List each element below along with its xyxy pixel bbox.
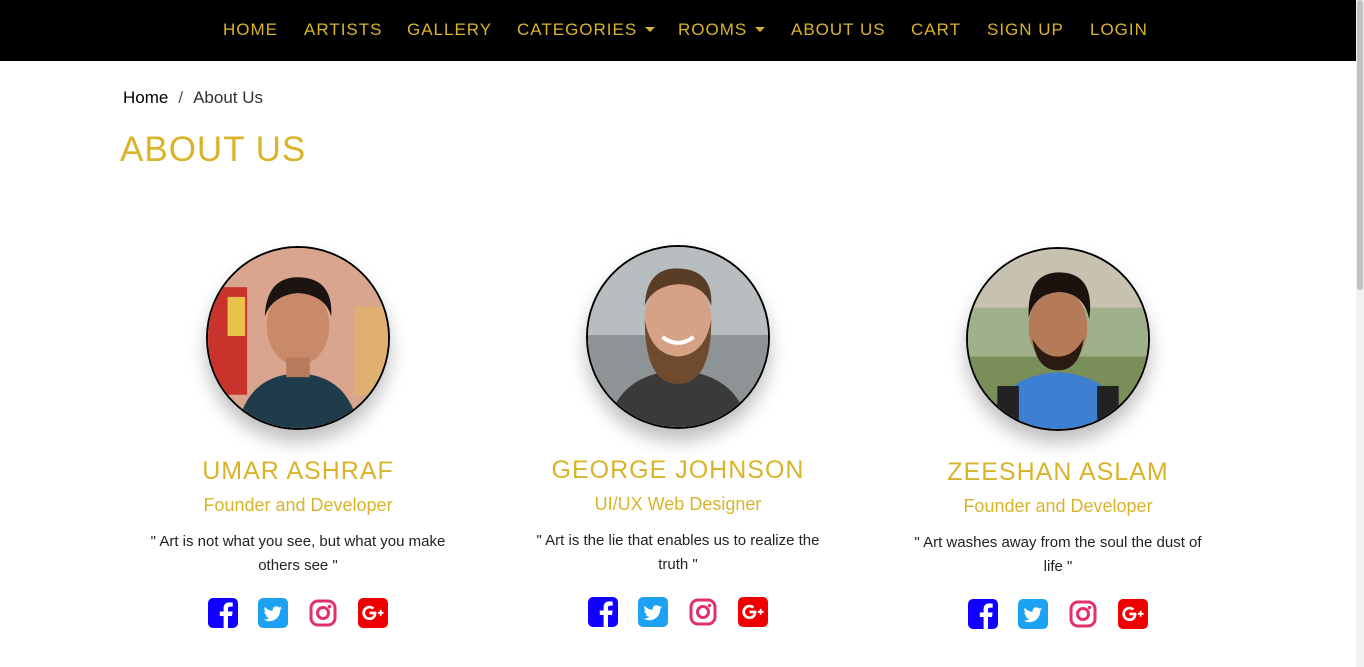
- member-photo: [208, 248, 388, 428]
- nav-about-us[interactable]: ABOUT US: [791, 20, 886, 40]
- google-plus-icon[interactable]: [1118, 599, 1148, 629]
- member-role: UI/UX Web Designer: [594, 494, 762, 514]
- instagram-icon[interactable]: [1068, 599, 1098, 629]
- team-member-card: ZEESHAN ASLAM Founder and Developer " Ar…: [878, 247, 1238, 629]
- member-role: Founder and Developer: [203, 495, 393, 515]
- nav-login[interactable]: LOGIN: [1090, 20, 1148, 40]
- scrollbar-thumb[interactable]: [1357, 0, 1363, 290]
- social-links: [118, 598, 478, 628]
- twitter-icon[interactable]: [638, 597, 668, 627]
- instagram-icon[interactable]: [308, 598, 338, 628]
- google-plus-icon[interactable]: [358, 598, 388, 628]
- breadcrumb-current: About Us: [193, 88, 264, 107]
- team-member-card: UMAR ASHRAF Founder and Developer " Art …: [118, 246, 478, 628]
- team-member-card: GEORGE JOHNSON UI/UX Web Designer " Art …: [498, 245, 858, 627]
- twitter-icon[interactable]: [1018, 599, 1048, 629]
- social-links: [878, 599, 1238, 629]
- member-photo: [968, 249, 1148, 429]
- facebook-icon[interactable]: [588, 597, 618, 627]
- member-name: ZEESHAN ASLAM: [947, 458, 1169, 486]
- breadcrumb-home-link[interactable]: Home: [123, 88, 168, 107]
- member-quote: " Art is the lie that enables us to real…: [536, 532, 820, 573]
- member-quote: " Art washes away from the soul the dust…: [914, 534, 1202, 575]
- instagram-icon[interactable]: [688, 597, 718, 627]
- social-links: [498, 597, 858, 627]
- nav-rooms-label: ROOMS: [678, 20, 748, 39]
- caret-down-icon: [645, 27, 656, 32]
- member-quote: " Art is not what you see, but what you …: [150, 533, 446, 574]
- member-name: UMAR ASHRAF: [202, 457, 394, 485]
- member-avatar: [586, 245, 770, 429]
- member-photo: [588, 247, 768, 427]
- nav-home[interactable]: HOME: [223, 20, 278, 40]
- nav-rooms-dropdown[interactable]: ROOMS: [678, 20, 766, 40]
- breadcrumb: Home / About Us: [123, 88, 263, 108]
- page-title: ABOUT US: [120, 130, 307, 169]
- vertical-scrollbar[interactable]: [1356, 0, 1364, 667]
- member-role: Founder and Developer: [963, 496, 1153, 516]
- top-navbar: HOME ARTISTS GALLERY CATEGORIES ROOMS AB…: [0, 0, 1356, 61]
- google-plus-icon[interactable]: [738, 597, 768, 627]
- caret-down-icon: [755, 27, 766, 32]
- nav-artists[interactable]: ARTISTS: [304, 20, 382, 40]
- nav-categories-dropdown[interactable]: CATEGORIES: [517, 20, 656, 40]
- nav-categories-label: CATEGORIES: [517, 20, 638, 39]
- nav-cart[interactable]: CART: [911, 20, 961, 40]
- facebook-icon[interactable]: [208, 598, 238, 628]
- nav-sign-up[interactable]: SIGN UP: [987, 20, 1064, 40]
- member-avatar: [206, 246, 390, 430]
- member-avatar: [966, 247, 1150, 431]
- twitter-icon[interactable]: [258, 598, 288, 628]
- breadcrumb-separator: /: [178, 88, 184, 107]
- member-name: GEORGE JOHNSON: [551, 456, 805, 484]
- nav-gallery[interactable]: GALLERY: [407, 20, 492, 40]
- facebook-icon[interactable]: [968, 599, 998, 629]
